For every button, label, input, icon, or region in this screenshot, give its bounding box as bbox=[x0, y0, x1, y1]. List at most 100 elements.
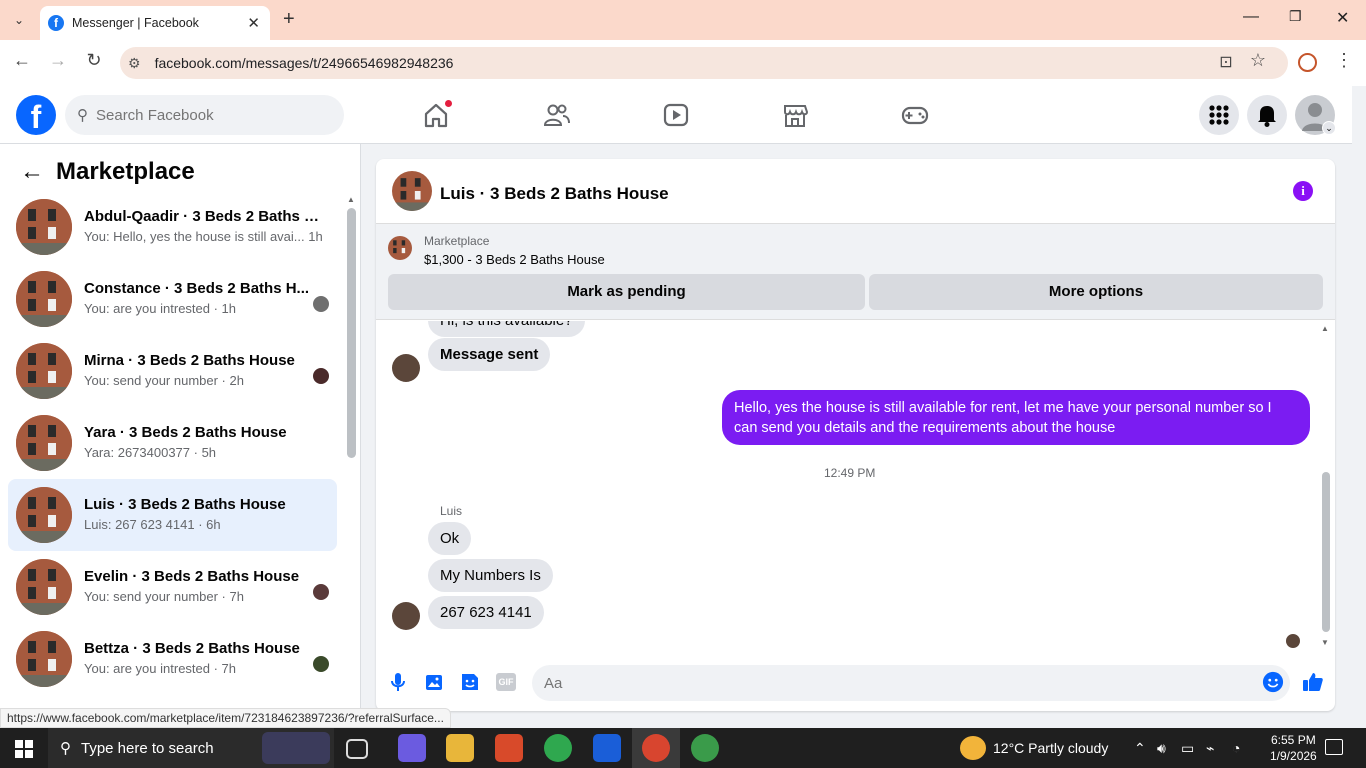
conversation-item[interactable]: Constance · 3 Beds 2 Baths H... You: are… bbox=[8, 263, 337, 335]
bell-icon bbox=[1258, 106, 1276, 127]
listing-thumbnail bbox=[16, 559, 72, 615]
friends-icon[interactable] bbox=[541, 100, 571, 130]
conversation-item[interactable]: Yara · 3 Beds 2 Baths House Yara: 267340… bbox=[8, 407, 337, 479]
chrome-profile-2-icon[interactable] bbox=[691, 734, 719, 762]
listing-price[interactable]: $1,300 - 3 Beds 2 Baths House bbox=[424, 252, 605, 267]
clock-date: 1/9/2026 bbox=[1270, 749, 1317, 763]
listing-thumbnail bbox=[16, 343, 72, 399]
copilot-icon[interactable] bbox=[398, 734, 426, 762]
conversation-item-selected[interactable]: Luis · 3 Beds 2 Baths House Luis: 267 62… bbox=[8, 479, 337, 551]
chat-scrollbar[interactable] bbox=[1322, 472, 1330, 632]
chat-title[interactable]: Luis · 3 Beds 2 Baths House bbox=[440, 184, 669, 204]
gif-icon[interactable]: GIF bbox=[496, 673, 516, 691]
gaming-icon[interactable] bbox=[900, 100, 930, 130]
back-arrow-icon[interactable]: ← bbox=[20, 158, 44, 186]
scroll-up-icon[interactable]: ▲ bbox=[347, 195, 355, 204]
scroll-down-icon[interactable]: ▼ bbox=[1321, 638, 1329, 647]
message-sent-bubble: Message sent bbox=[428, 338, 551, 371]
mark-pending-button[interactable]: Mark as pending bbox=[388, 274, 865, 310]
video-icon[interactable] bbox=[661, 100, 691, 130]
conversation-item[interactable]: Abdul-Qaadir · 3 Beds 2 Baths H... You: … bbox=[8, 191, 337, 263]
url-text: facebook.com/messages/t/2496654698294823… bbox=[154, 55, 454, 71]
restore-icon[interactable]: ❐ bbox=[1289, 8, 1302, 25]
search-input[interactable] bbox=[96, 106, 296, 124]
conversation-preview: You: Hello, yes the house is still avai.… bbox=[84, 229, 323, 244]
tab-search-icon[interactable]: ⌄ bbox=[8, 10, 30, 30]
forward-icon[interactable]: → bbox=[46, 50, 70, 71]
search-highlight-image[interactable] bbox=[262, 732, 330, 764]
contact-avatar[interactable] bbox=[392, 602, 420, 630]
defender-icon[interactable] bbox=[593, 734, 621, 762]
wifi-icon[interactable]: ◔ bbox=[1232, 740, 1240, 756]
message-input[interactable] bbox=[544, 674, 1224, 692]
listing-thumbnail bbox=[16, 631, 72, 687]
like-thumbs-up-icon[interactable] bbox=[1301, 670, 1325, 694]
weather-icon[interactable] bbox=[960, 736, 986, 760]
reload-icon[interactable]: ↻ bbox=[82, 50, 106, 71]
address-bar[interactable]: ⚙ facebook.com/messages/t/24966546982948… bbox=[120, 47, 1288, 79]
volume-icon[interactable]: 🔊︎ bbox=[1157, 740, 1166, 757]
menu-grid-button[interactable] bbox=[1199, 95, 1239, 135]
marketplace-icon[interactable] bbox=[780, 100, 810, 130]
seen-avatar bbox=[313, 584, 329, 600]
conversation-item[interactable]: Mirna · 3 Beds 2 Baths House You: send y… bbox=[8, 335, 337, 407]
conversation-item[interactable]: Bettza · 3 Beds 2 Baths House You: are y… bbox=[8, 623, 337, 695]
notification-dot bbox=[445, 100, 452, 107]
search-facebook[interactable]: ⚲ bbox=[65, 95, 344, 135]
contact-avatar[interactable] bbox=[392, 354, 420, 382]
sidebar-scrollbar[interactable] bbox=[347, 208, 356, 458]
facebook-logo-icon[interactable]: f bbox=[16, 95, 56, 135]
file-explorer-icon[interactable] bbox=[446, 734, 474, 762]
listing-thumbnail-small[interactable] bbox=[388, 236, 412, 260]
microphone-icon[interactable] bbox=[386, 670, 410, 694]
tab-title: Messenger | Facebook bbox=[72, 16, 199, 30]
battery-icon[interactable]: ▭ bbox=[1181, 740, 1194, 757]
my-message-bubble: Hello, yes the house is still available … bbox=[722, 390, 1310, 445]
conversation-preview: Yara: 2673400377 · 5h bbox=[84, 445, 217, 460]
taskbar-clock[interactable]: 6:55 PM 1/9/2026 bbox=[1270, 732, 1317, 764]
message-input-box[interactable] bbox=[532, 665, 1290, 701]
back-icon[interactable]: ← bbox=[10, 50, 34, 71]
conversation-name: Yara · 3 Beds 2 Baths House bbox=[84, 424, 287, 441]
listing-thumbnail bbox=[16, 487, 72, 543]
info-icon[interactable]: i bbox=[1293, 181, 1313, 201]
conversation-name: Constance · 3 Beds 2 Baths H... bbox=[84, 280, 310, 297]
notification-center-icon[interactable] bbox=[1325, 739, 1343, 755]
photo-icon[interactable] bbox=[422, 670, 446, 694]
sidebar-title: Marketplace bbox=[56, 158, 195, 185]
new-tab-icon[interactable]: + bbox=[283, 8, 295, 31]
sender-name: Luis bbox=[440, 504, 463, 518]
microsoft-store-icon[interactable] bbox=[495, 734, 523, 762]
profile-icon[interactable] bbox=[1298, 53, 1317, 72]
close-window-icon[interactable]: ✕ bbox=[1336, 8, 1349, 28]
conversation-item[interactable]: Evelin · 3 Beds 2 Baths House You: send … bbox=[8, 551, 337, 623]
bookmark-star-icon[interactable]: ☆ bbox=[1246, 50, 1270, 71]
install-app-icon[interactable]: ⊡ bbox=[1214, 52, 1238, 72]
notifications-button[interactable] bbox=[1247, 95, 1287, 135]
message-bubble: 267 623 4141 bbox=[428, 596, 544, 629]
conversation-name: Abdul-Qaadir · 3 Beds 2 Baths H... bbox=[84, 208, 324, 225]
message-bubble: Ok bbox=[428, 522, 472, 555]
conversation-preview: You: send your number · 7h bbox=[84, 589, 244, 604]
chat-avatar[interactable] bbox=[392, 171, 432, 211]
chrome-icon[interactable] bbox=[544, 734, 572, 762]
windows-start-icon[interactable] bbox=[15, 740, 33, 758]
more-options-button[interactable]: More options bbox=[869, 274, 1323, 310]
network-icon[interactable]: ⌁ bbox=[1206, 740, 1214, 757]
account-chevron-icon[interactable]: ⌄ bbox=[1322, 121, 1336, 135]
seen-avatar bbox=[313, 296, 329, 312]
scroll-up-icon[interactable]: ▲ bbox=[1321, 324, 1329, 333]
taskbar-search-text: Type here to search bbox=[81, 739, 214, 757]
tab-messenger[interactable]: f Messenger | Facebook ✕ bbox=[40, 6, 270, 40]
task-view-icon[interactable] bbox=[346, 739, 368, 759]
chrome-profile-icon[interactable] bbox=[642, 734, 670, 762]
menu-kebab-icon[interactable]: ⋮ bbox=[1332, 50, 1356, 71]
conversation-name: Bettza · 3 Beds 2 Baths House bbox=[84, 640, 300, 657]
emoji-icon[interactable] bbox=[1262, 671, 1284, 693]
sticker-icon[interactable] bbox=[458, 670, 482, 694]
weather-text[interactable]: 12°C Partly cloudy bbox=[993, 740, 1108, 756]
minimize-icon[interactable]: — bbox=[1243, 8, 1259, 26]
close-tab-icon[interactable]: ✕ bbox=[247, 14, 260, 32]
tray-chevron-icon[interactable]: ⌃ bbox=[1134, 740, 1146, 757]
site-info-icon[interactable]: ⚙ bbox=[128, 55, 141, 72]
